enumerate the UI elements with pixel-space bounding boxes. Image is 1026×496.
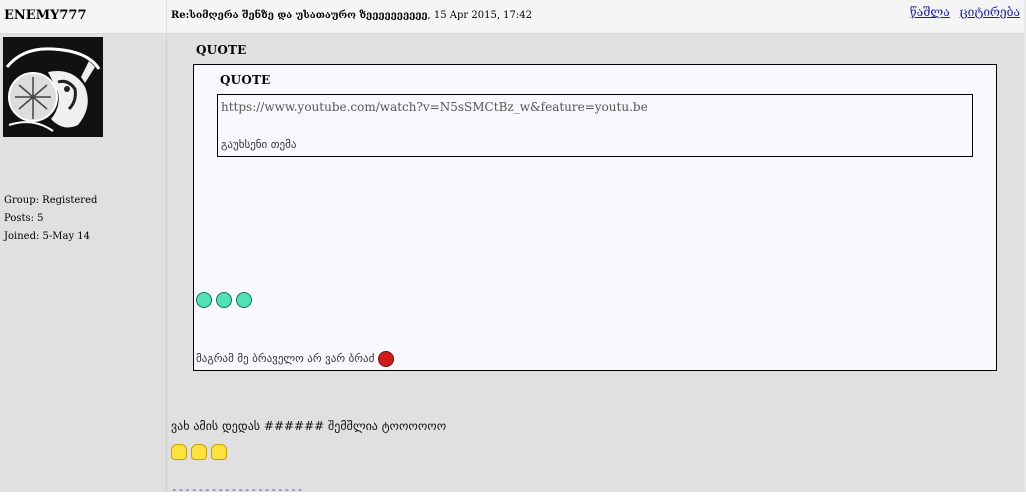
outer-quote-text: მაგრამ მე ბრაველო არ ვარ ბრაძ — [196, 352, 375, 365]
post-date: , 15 Apr 2015, 17:42 — [427, 10, 532, 21]
username[interactable]: ENEMY777 — [4, 8, 87, 23]
angry-smiley-icon — [377, 351, 394, 367]
user-post-count: Posts: 5 — [4, 213, 44, 224]
avatar-image-icon — [3, 37, 103, 137]
green-smiley-icon — [236, 291, 252, 308]
delete-link[interactable]: წაშლა — [910, 5, 950, 19]
green-smiley-icon — [216, 291, 232, 308]
post-actions: წაშლა ციტირება — [904, 5, 1020, 19]
user-group: Group: Registered — [4, 195, 98, 206]
outer-quote-box: QUOTE https://www.youtube.com/watch?v=N5… — [193, 64, 997, 371]
post-frame: ENEMY777 Re:სიმღერა შენზე და უსათაურო ზე… — [0, 0, 1026, 496]
post-header-author: ENEMY777 — [0, 0, 167, 34]
author-sidebar: Group: Registered Posts: 5 Joined: 5-May… — [0, 34, 167, 492]
post-header: Re:სიმღერა შენზე და უსათაურო ზეეეეეეეეეე… — [167, 0, 1024, 34]
green-smiley-icon — [196, 291, 212, 308]
post-title: Re:სიმღერა შენზე და უსათაურო ზეეეეეეეეეე… — [171, 10, 532, 21]
inner-quote-text: გაუხსენი თემა — [221, 138, 297, 151]
green-smiley-row — [196, 289, 256, 308]
yellow-hands-icon — [171, 443, 187, 460]
quote-link[interactable]: ციტირება — [960, 5, 1020, 19]
yellow-hands-icon — [211, 443, 227, 460]
avatar[interactable] — [3, 37, 103, 137]
signature-divider: -------------------- — [171, 483, 304, 496]
inner-quote-box: https://www.youtube.com/watch?v=N5sSMCtB… — [217, 94, 973, 157]
outer-quote-line: მაგრამ მე ბრაველო არ ვარ ბრაძ — [196, 351, 398, 367]
post-title-text: Re:სიმღერა შენზე და უსათაურო ზეეეეეეეეეე — [171, 10, 428, 21]
reply-text: ვახ ამის დედას ###### შემშლია ტოოოოოო — [171, 419, 447, 433]
post-body: QUOTE QUOTE https://www.youtube.com/watc… — [167, 34, 1024, 496]
outer-quote-label: QUOTE — [196, 43, 247, 57]
inner-quote-label: QUOTE — [220, 73, 271, 87]
yellow-hands-icon — [191, 443, 207, 460]
user-joined-date: Joined: 5-May 14 — [4, 231, 91, 242]
reply-icons — [171, 441, 231, 460]
youtube-link[interactable]: https://www.youtube.com/watch?v=N5sSMCtB… — [221, 100, 648, 114]
